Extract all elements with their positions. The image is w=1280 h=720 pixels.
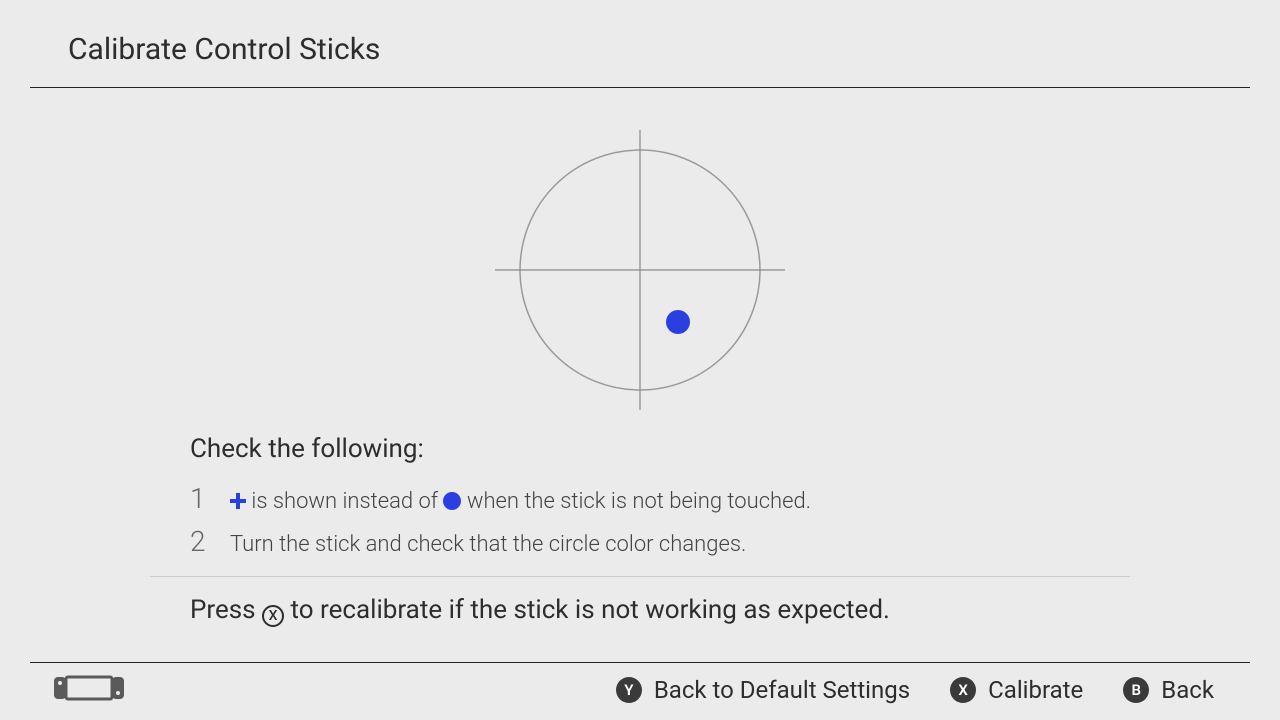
- action-label: Back: [1161, 676, 1214, 704]
- recal-pre: Press: [190, 595, 262, 625]
- stick-visualizer: [0, 130, 1280, 410]
- x-button-icon: X: [950, 677, 976, 703]
- stick-position-dot: [666, 310, 690, 334]
- y-button-icon: Y: [616, 677, 642, 703]
- footer: Y Back to Default Settings X Calibrate B…: [30, 662, 1250, 702]
- action-calibrate[interactable]: X Calibrate: [950, 676, 1083, 704]
- step-text: is shown instead of when the stick is no…: [230, 489, 811, 514]
- dot-icon: [443, 492, 461, 510]
- step-text-a: is shown instead of: [251, 489, 443, 514]
- action-label: Calibrate: [988, 676, 1083, 704]
- step-1: 1 is shown instead of when the stick is …: [190, 482, 1130, 515]
- step-number: 1: [190, 482, 230, 515]
- instructions: Check the following: 1 is shown instead …: [150, 434, 1130, 625]
- plus-icon: [230, 493, 246, 509]
- header: Calibrate Control Sticks: [30, 32, 1250, 88]
- page-title: Calibrate Control Sticks: [68, 32, 1250, 67]
- action-back[interactable]: B Back: [1123, 676, 1214, 704]
- step-2: 2 Turn the stick and check that the circ…: [190, 525, 1130, 558]
- controller-icon: [54, 674, 124, 706]
- step-number: 2: [190, 525, 230, 558]
- x-button-icon: X: [262, 605, 284, 627]
- divider: [150, 576, 1130, 577]
- stick-crosshair: [490, 120, 790, 420]
- action-label: Back to Default Settings: [654, 676, 910, 704]
- b-button-icon: B: [1123, 677, 1149, 703]
- check-heading: Check the following:: [190, 434, 1130, 464]
- step-text-b: when the stick is not being touched.: [467, 489, 811, 514]
- recal-post: to recalibrate if the stick is not worki…: [291, 595, 890, 625]
- action-default-settings[interactable]: Y Back to Default Settings: [616, 676, 910, 704]
- step-text: Turn the stick and check that the circle…: [230, 532, 746, 557]
- recalibrate-hint: Press X to recalibrate if the stick is n…: [190, 595, 1130, 625]
